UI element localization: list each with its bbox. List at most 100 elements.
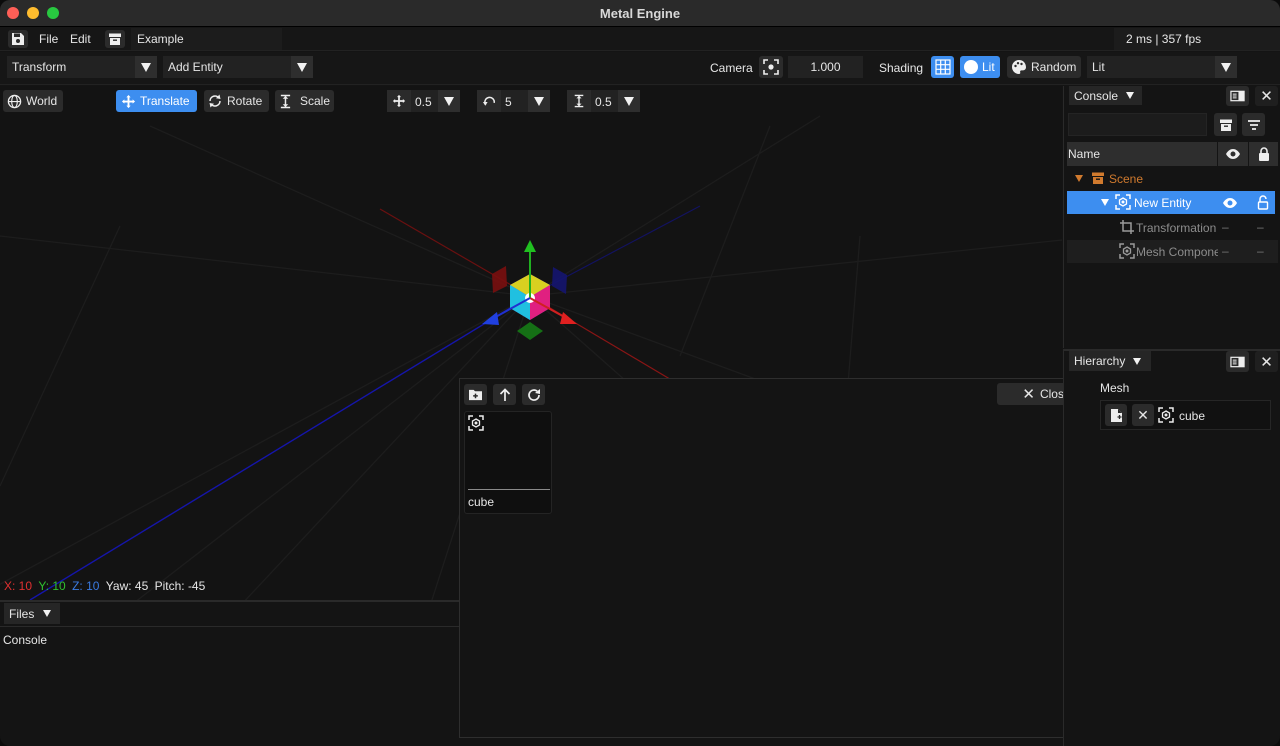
transform-select-label: Transform xyxy=(12,60,67,74)
archive-icon[interactable] xyxy=(105,30,125,48)
filter-icon xyxy=(1247,119,1260,130)
column-header-visibility[interactable] xyxy=(1218,142,1248,166)
window-title: Metal Engine xyxy=(599,5,681,21)
columns-icon xyxy=(1230,356,1245,367)
column-header-lock[interactable] xyxy=(1249,142,1278,166)
select-mesh-file-button[interactable] xyxy=(1105,404,1127,426)
globe-icon xyxy=(7,94,22,108)
chevron-down-icon xyxy=(291,56,313,78)
inspector-panel: Hierarchy ✕ Mesh ✕ cube xyxy=(1063,349,1280,746)
unlock-icon[interactable] xyxy=(1257,195,1269,210)
chevron-down-icon xyxy=(135,56,157,78)
files-tab-label: Files xyxy=(9,606,35,621)
close-icon: ✕ xyxy=(1260,353,1273,371)
new-folder-button[interactable] xyxy=(464,384,487,405)
refresh-button[interactable] xyxy=(522,384,545,405)
camera-y: Y: 10 xyxy=(38,579,66,593)
project-name-text: Example xyxy=(137,32,184,46)
camera-pitch: Pitch: -45 xyxy=(154,579,206,593)
translate-snap-value: 0.5 xyxy=(415,95,432,109)
lit-toggle[interactable]: Lit xyxy=(960,56,1000,78)
camera-label: Camera xyxy=(710,61,753,75)
columns-icon xyxy=(1230,90,1245,102)
archive-button[interactable] xyxy=(1214,113,1237,136)
rotate-button[interactable]: Rotate xyxy=(204,90,269,112)
wireframe-toggle[interactable] xyxy=(931,56,954,78)
mesh-icon xyxy=(1115,194,1131,210)
grid-icon xyxy=(934,59,951,75)
file-item[interactable]: cube xyxy=(464,411,552,514)
tree-label-mesh-component: Mesh Component xyxy=(1136,245,1218,259)
lock-dash: – xyxy=(1257,220,1264,234)
parent-folder-button[interactable] xyxy=(493,384,516,405)
chevron-down-icon xyxy=(618,90,640,112)
tree-row-scene[interactable]: Scene xyxy=(1067,167,1278,190)
clear-mesh-button[interactable]: ✕ xyxy=(1132,404,1154,426)
focus-icon xyxy=(763,59,779,75)
scale-button[interactable]: Scale xyxy=(275,90,334,112)
minimize-window-button[interactable] xyxy=(27,7,39,19)
arrow-up-icon xyxy=(499,387,510,401)
transform-select[interactable]: Transform xyxy=(7,56,157,78)
tree-label-scene: Scene xyxy=(1109,172,1144,186)
console-output: Console xyxy=(3,633,48,647)
close-panel-button[interactable]: ✕ xyxy=(1255,86,1278,106)
tree-label-transformation: Transformation xyxy=(1136,221,1217,235)
hierarchy-tab-label: Console xyxy=(1074,88,1119,103)
add-entity-select-label: Add Entity xyxy=(168,60,223,74)
eye-icon[interactable] xyxy=(1222,197,1238,209)
lit-toggle-label: Lit xyxy=(982,60,995,74)
camera-focus-button[interactable] xyxy=(759,56,783,78)
lock-icon xyxy=(1258,147,1269,161)
tree-row-new-entity[interactable]: New Entity xyxy=(1067,191,1275,214)
close-icon: ✕ xyxy=(1260,88,1273,105)
random-button[interactable]: Random xyxy=(1007,56,1081,78)
file-browser: ✕ Close cube xyxy=(459,378,1099,738)
chevron-down-icon xyxy=(1215,56,1237,78)
menu-bar: File Edit Example 2 ms | 357 fps xyxy=(0,27,1280,51)
translate-snap-select[interactable]: 0.5 xyxy=(387,90,460,112)
inspector-tab[interactable]: Hierarchy xyxy=(1069,351,1151,371)
camera-z: Z: 10 xyxy=(72,579,100,593)
menu-file[interactable]: File xyxy=(39,32,58,46)
column-header-name[interactable]: Name xyxy=(1067,142,1217,166)
hierarchy-search-input[interactable] xyxy=(1068,113,1207,136)
filter-button[interactable] xyxy=(1242,113,1265,136)
save-icon[interactable] xyxy=(8,30,28,48)
chevron-down-icon xyxy=(438,90,460,112)
tree-row-mesh-component[interactable]: Mesh Component – – xyxy=(1067,240,1278,263)
add-entity-select[interactable]: Add Entity xyxy=(163,56,313,78)
rotate-snap-select[interactable]: 5 xyxy=(477,90,550,112)
move-icon xyxy=(121,94,136,108)
close-panel-button[interactable]: ✕ xyxy=(1255,351,1278,372)
translate-button[interactable]: Translate xyxy=(116,90,197,112)
divider xyxy=(0,626,460,627)
maximize-window-button[interactable] xyxy=(47,7,59,19)
scale-snap-value: 0.5 xyxy=(595,95,612,109)
shading-mode-select[interactable]: Lit xyxy=(1087,56,1237,78)
hierarchy-tab[interactable]: Console xyxy=(1069,86,1142,105)
crop-icon xyxy=(1120,220,1134,234)
archive-icon xyxy=(1092,172,1104,184)
close-icon: ✕ xyxy=(1022,385,1035,403)
close-window-button[interactable] xyxy=(7,7,19,19)
file-item-name: cube xyxy=(468,495,495,509)
panel-layout-button[interactable] xyxy=(1226,351,1249,372)
translate-label: Translate xyxy=(140,94,190,108)
scale-icon xyxy=(280,94,291,108)
files-tab[interactable]: Files xyxy=(4,603,60,624)
camera-speed-input[interactable]: 1.000 xyxy=(788,56,863,78)
camera-yaw: Yaw: 45 xyxy=(105,579,149,593)
project-name-field[interactable]: Example xyxy=(131,28,282,50)
world-space-toggle[interactable]: World xyxy=(3,90,63,112)
menu-edit[interactable]: Edit xyxy=(70,32,91,46)
archive-icon xyxy=(1219,119,1232,131)
scale-snap-select[interactable]: 0.5 xyxy=(567,90,640,112)
eye-icon xyxy=(1226,149,1240,159)
chevron-down-icon xyxy=(43,610,52,617)
panel-layout-button[interactable] xyxy=(1226,86,1249,106)
tree-row-transformation[interactable]: Transformation – – xyxy=(1067,216,1278,239)
camera-speed-value: 1.000 xyxy=(810,60,841,74)
mesh-value: cube xyxy=(1179,409,1206,423)
palette-icon xyxy=(1012,60,1026,74)
